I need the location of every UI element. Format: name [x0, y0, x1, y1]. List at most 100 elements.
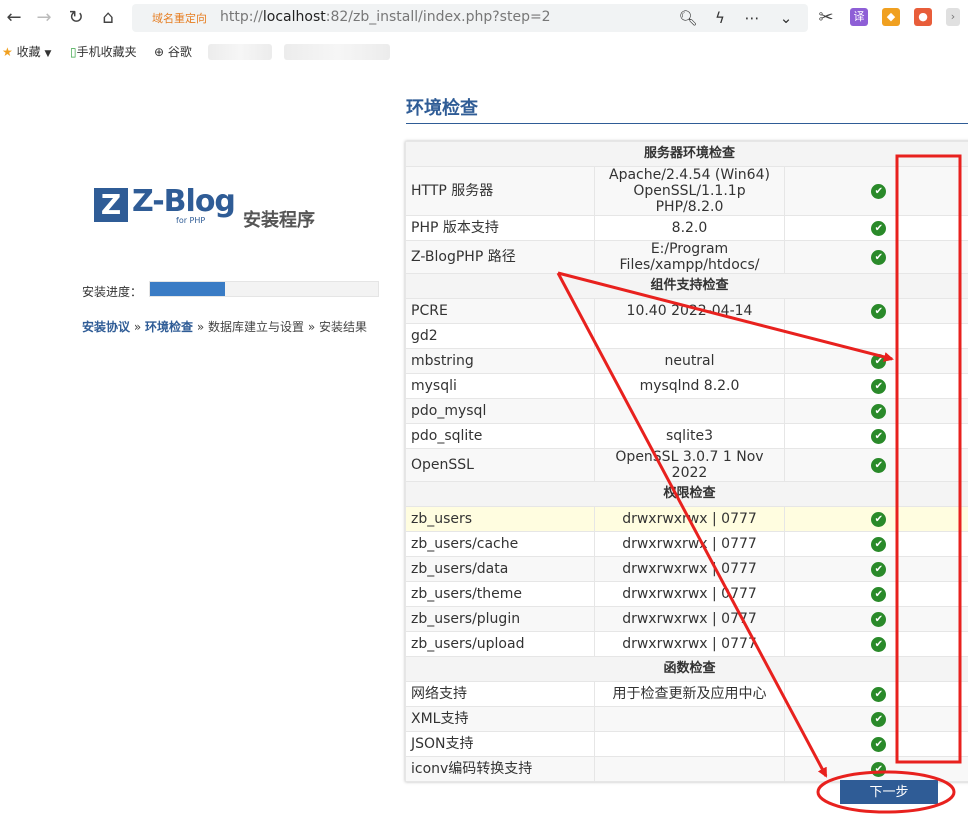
- check-row: OpenSSLOpenSSL 3.0.7 1 Nov 2022✔: [406, 449, 968, 482]
- check-name: XML支持: [406, 707, 595, 732]
- section-header-row: 服务器环境检查: [406, 142, 968, 167]
- check-status: ✔: [784, 449, 968, 482]
- check-status: ✔: [784, 424, 968, 449]
- check-status: ✔: [784, 507, 968, 532]
- check-value: 10.40 2022-04-14: [595, 299, 784, 324]
- check-name: JSON支持: [406, 732, 595, 757]
- section-header-row: 组件支持检查: [406, 274, 968, 299]
- section-title: 服务器环境检查: [406, 142, 968, 167]
- check-row: gd2: [406, 324, 968, 349]
- address-bar[interactable]: 域名重定向 http://localhost:82/zb_install/ind…: [132, 4, 808, 32]
- check-ok-icon: ✔: [871, 537, 886, 552]
- check-name: zb_users/cache: [406, 532, 595, 557]
- game-ext-icon[interactable]: ●: [914, 8, 932, 26]
- check-ok-icon: ✔: [871, 354, 886, 369]
- check-status: ✔: [784, 557, 968, 582]
- check-ok-icon: ✔: [871, 184, 886, 199]
- check-value: Apache/2.4.54 (Win64) OpenSSL/1.1.1p PHP…: [595, 167, 784, 216]
- check-value: E:/Program Files/xampp/htdocs/: [595, 241, 784, 274]
- check-status: [784, 324, 968, 349]
- logo-sub: for PHP: [176, 216, 205, 225]
- check-status: ✔: [784, 349, 968, 374]
- progress-fill: [150, 282, 225, 296]
- logo-mark: Z: [94, 188, 128, 222]
- check-row: zb_users/cachedrwxrwxrwx | 0777✔: [406, 532, 968, 557]
- scissors-icon[interactable]: ✂: [814, 6, 838, 30]
- check-ok-icon: ✔: [871, 429, 886, 444]
- check-name: zb_users/plugin: [406, 607, 595, 632]
- check-name: zb_users: [406, 507, 595, 532]
- check-value: mysqlnd 8.2.0: [595, 374, 784, 399]
- lightning-icon[interactable]: ϟ: [710, 8, 730, 28]
- check-row: XML支持 ✔: [406, 707, 968, 732]
- bookmark-mobile[interactable]: ▯手机收藏夹: [70, 44, 137, 60]
- check-status: ✔: [784, 757, 968, 782]
- check-value: [595, 732, 784, 757]
- forward-icon[interactable]: →: [32, 6, 56, 30]
- bookmark-favorites[interactable]: ★ 收藏 ▼: [2, 44, 51, 60]
- check-row: Z-BlogPHP 路径E:/Program Files/xampp/htdoc…: [406, 241, 968, 274]
- check-ok-icon: ✔: [871, 612, 886, 627]
- check-status: ✔: [784, 399, 968, 424]
- phone-icon: ▯: [70, 45, 77, 59]
- check-value: drwxrwxrwx | 0777: [595, 632, 784, 657]
- check-name: zb_users/theme: [406, 582, 595, 607]
- check-row: JSON支持 ✔: [406, 732, 968, 757]
- check-status: ✔: [784, 707, 968, 732]
- check-ok-icon: ✔: [871, 404, 886, 419]
- check-status: ✔: [784, 682, 968, 707]
- progress-bar: [149, 281, 379, 297]
- translate-ext-icon[interactable]: 译: [850, 8, 868, 26]
- more-icon[interactable]: ⋯: [742, 8, 762, 28]
- home-icon[interactable]: ⌂: [96, 6, 120, 30]
- check-name: zb_users/data: [406, 557, 595, 582]
- check-row: zb_users/plugindrwxrwxrwx | 0777 ✔: [406, 607, 968, 632]
- check-ok-icon: ✔: [871, 512, 886, 527]
- section-title: 权限检查: [406, 482, 968, 507]
- breadcrumb-separator: »: [130, 320, 145, 334]
- shield-ext-icon[interactable]: ◆: [882, 8, 900, 26]
- check-ok-icon: ✔: [871, 221, 886, 236]
- check-ok-icon: ✔: [871, 562, 886, 577]
- chevron-down-icon[interactable]: ⌄: [776, 8, 796, 28]
- breadcrumb-step: 安装结果: [319, 320, 367, 334]
- check-ok-icon: ✔: [871, 762, 886, 777]
- back-icon[interactable]: ←: [2, 6, 26, 30]
- section-title: 函数检查: [406, 657, 968, 682]
- breadcrumb-step: 环境检查: [145, 320, 193, 334]
- check-row: zb_users/uploaddrwxrwxrwx | 0777✔: [406, 632, 968, 657]
- check-value: neutral: [595, 349, 784, 374]
- check-value: [595, 757, 784, 782]
- check-name: pdo_sqlite: [406, 424, 595, 449]
- check-value: 8.2.0: [595, 216, 784, 241]
- check-row: HTTP 服务器Apache/2.4.54 (Win64) OpenSSL/1.…: [406, 167, 968, 216]
- check-status: ✔: [784, 241, 968, 274]
- check-name: PHP 版本支持: [406, 216, 595, 241]
- check-ok-icon: ✔: [871, 737, 886, 752]
- check-name: mbstring: [406, 349, 595, 374]
- check-status: ✔: [784, 607, 968, 632]
- reload-icon[interactable]: ↻: [64, 6, 88, 30]
- check-row: mbstringneutral ✔: [406, 349, 968, 374]
- breadcrumb-separator: »: [193, 320, 208, 334]
- logo-name: Z-Blog: [132, 184, 235, 219]
- bookmarks-bar: ★ 收藏 ▼ ▯手机收藏夹 ⊕ 谷歌: [0, 36, 968, 66]
- blurred-bookmark[interactable]: [208, 44, 272, 60]
- check-ok-icon: ✔: [871, 250, 886, 265]
- check-ok-icon: ✔: [871, 687, 886, 702]
- check-value: drwxrwxrwx | 0777: [595, 607, 784, 632]
- check-name: pdo_mysql: [406, 399, 595, 424]
- check-name: gd2: [406, 324, 595, 349]
- check-name: 网络支持: [406, 682, 595, 707]
- check-name: zb_users/upload: [406, 632, 595, 657]
- bookmark-google[interactable]: ⊕ 谷歌: [154, 44, 192, 60]
- check-row: zb_users/datadrwxrwxrwx | 0777✔: [406, 557, 968, 582]
- zoom-icon[interactable]: 🔍︎: [678, 8, 698, 28]
- check-ok-icon: ✔: [871, 712, 886, 727]
- more-ext-icon[interactable]: ›: [946, 8, 960, 26]
- star-icon: ★: [2, 45, 13, 59]
- blurred-bookmark[interactable]: [284, 44, 390, 60]
- check-row: iconv编码转换支持✔: [406, 757, 968, 782]
- next-button[interactable]: 下一步: [840, 780, 938, 804]
- breadcrumb-separator: »: [304, 320, 319, 334]
